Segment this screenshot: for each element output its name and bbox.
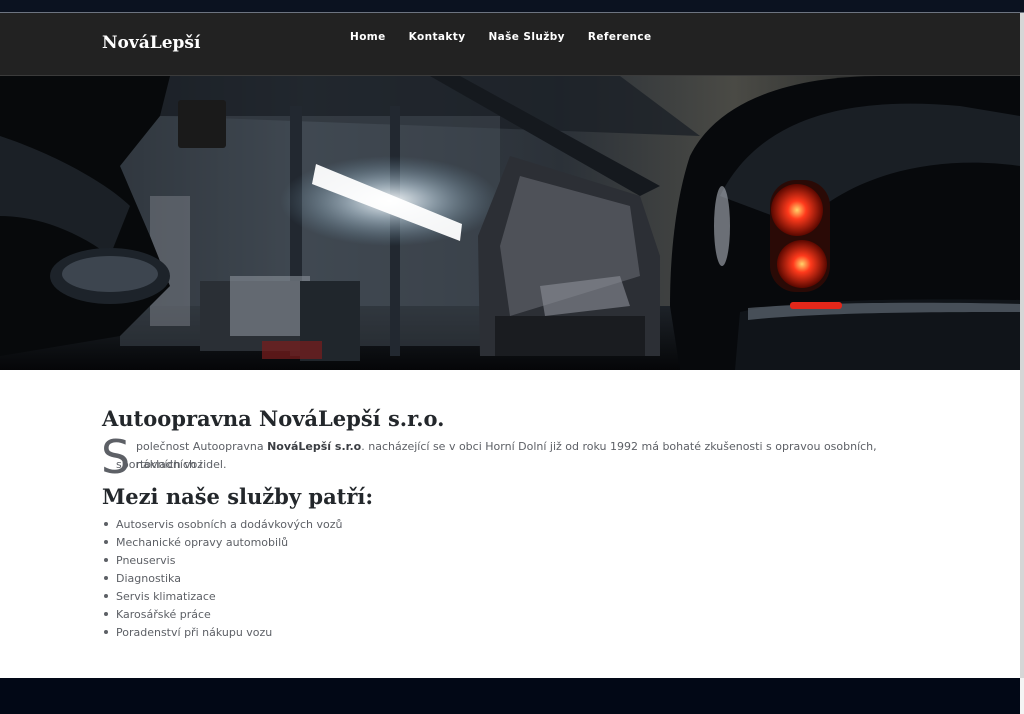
nav-link-sluzby[interactable]: Naše Služby bbox=[488, 31, 564, 43]
main-nav: Home Kontakty Naše Služby Reference bbox=[350, 31, 652, 43]
brand-logo[interactable]: NováLepší bbox=[102, 33, 200, 53]
bullet-icon bbox=[104, 594, 108, 598]
page-title: Autoopravna NováLepší s.r.o. bbox=[102, 406, 445, 431]
services-title: Mezi naše služby patří: bbox=[102, 484, 374, 509]
service-item: Diagnostika bbox=[104, 570, 342, 588]
service-item-label: Poradenství při nákupu vozu bbox=[116, 626, 273, 639]
service-item: Karosářské práce bbox=[104, 606, 342, 624]
service-item-label: Karosářské práce bbox=[116, 608, 211, 621]
service-item-label: Autoservis osobních a dodávkových vozů bbox=[116, 518, 343, 531]
nav-link-home[interactable]: Home bbox=[350, 31, 386, 43]
service-item: Servis klimatizace bbox=[104, 588, 342, 606]
hero-garage-illustration bbox=[0, 76, 1020, 370]
bullet-icon bbox=[104, 612, 108, 616]
main-content: Autoopravna NováLepší s.r.o. S polečnost… bbox=[0, 370, 1020, 678]
services-list: Autoservis osobních a dodávkových vozů M… bbox=[104, 516, 342, 642]
service-item-label: Diagnostika bbox=[116, 572, 181, 585]
nav-link-kontakty[interactable]: Kontakty bbox=[409, 31, 466, 43]
service-item: Poradenství při nákupu vozu bbox=[104, 624, 342, 642]
intro-company-name: NováLepší s.r.o bbox=[267, 440, 362, 453]
bullet-icon bbox=[104, 576, 108, 580]
intro-text-before: polečnost Autoopravna bbox=[136, 440, 268, 453]
service-item: Mechanické opravy automobilů bbox=[104, 534, 342, 552]
navbar: NováLepší Home Kontakty Naše Služby Refe… bbox=[0, 13, 1020, 76]
footer bbox=[0, 678, 1020, 714]
bullet-icon bbox=[104, 558, 108, 562]
service-item-label: Pneuservis bbox=[116, 554, 176, 567]
intro-text-line2: sportovních vozidel. bbox=[116, 458, 227, 471]
nav-link-reference[interactable]: Reference bbox=[588, 31, 652, 43]
page-scrollbar[interactable] bbox=[1020, 13, 1024, 678]
service-item-label: Mechanické opravy automobilů bbox=[116, 536, 289, 549]
service-item: Pneuservis bbox=[104, 552, 342, 570]
intro-paragraph: polečnost Autoopravna NováLepší s.r.o. n… bbox=[136, 438, 896, 474]
service-item: Autoservis osobních a dodávkových vozů bbox=[104, 516, 342, 534]
top-strip bbox=[0, 0, 1024, 12]
hero-image bbox=[0, 76, 1020, 370]
bullet-icon bbox=[104, 630, 108, 634]
bullet-icon bbox=[104, 540, 108, 544]
service-item-label: Servis klimatizace bbox=[116, 590, 216, 603]
bullet-icon bbox=[104, 522, 108, 526]
